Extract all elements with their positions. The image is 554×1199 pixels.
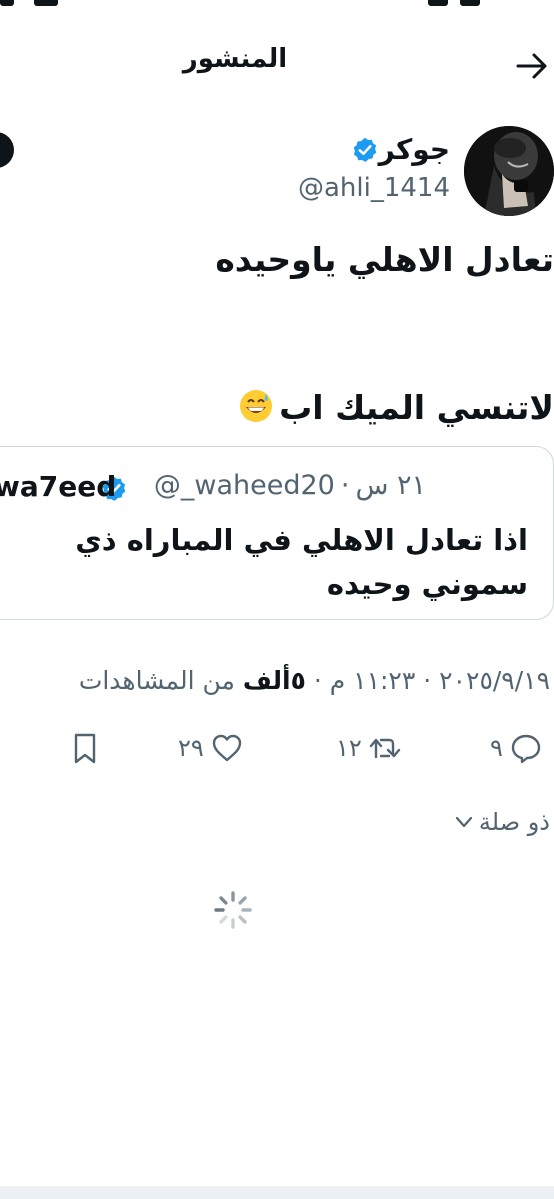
quoted-post-author-name[interactable]: wa7eed	[0, 470, 116, 503]
page-title: المنشور	[182, 44, 288, 74]
author-handle[interactable]: @ahli_1414	[240, 173, 450, 203]
quoted-post-time: ٢١ س	[355, 470, 426, 501]
reply-bar[interactable]	[0, 1186, 554, 1199]
arrow-right-icon[interactable]	[514, 48, 550, 84]
bookmark-icon	[74, 733, 96, 764]
avatar-photo	[464, 126, 554, 216]
quoted-post-handle[interactable]: @_waheed20	[154, 470, 335, 501]
status-bar-fragment	[460, 0, 480, 6]
reply-button[interactable]: ٩	[490, 730, 543, 766]
related-dropdown[interactable]: ذو صلة	[453, 808, 550, 836]
separator-dot: ·	[313, 666, 322, 695]
views-count: ٥ألف	[242, 666, 306, 695]
bookmark-button[interactable]	[68, 730, 102, 766]
separator-dot: ·	[423, 666, 432, 695]
heart-icon	[212, 734, 241, 762]
more-options-button[interactable]	[0, 132, 14, 168]
post-date: ٢٠٢٥/٩/١٩	[439, 666, 550, 695]
reply-icon	[511, 734, 541, 764]
avatar[interactable]	[464, 126, 554, 216]
repost-icon	[369, 738, 400, 759]
like-count: ٢٩	[178, 734, 204, 762]
status-bar-fragment	[428, 0, 448, 6]
author-name[interactable]: جوكر	[290, 133, 450, 166]
quoted-post-header: ٢١ س · @_waheed20	[154, 470, 426, 501]
post-text-line-2-text: لاتنسي الميك اب	[279, 388, 554, 427]
like-button[interactable]: ٢٩	[178, 730, 244, 766]
status-bar-fragment	[34, 0, 58, 6]
post-text-line-2: لاتنسي الميك اب	[0, 388, 554, 427]
grinning-sweat-emoji	[240, 390, 273, 422]
post-meta: ٢٠٢٥/٩/١٩ · ١١:٢٣ م · ٥ألف من المشاهدات	[79, 666, 550, 695]
loading-spinner-icon	[214, 891, 252, 929]
related-label: ذو صلة	[478, 808, 550, 836]
reply-count: ٩	[490, 734, 503, 762]
views-label: من المشاهدات	[78, 666, 235, 695]
separator-dot: ·	[340, 470, 350, 501]
post-time: ١١:٢٣ م	[329, 666, 416, 695]
quoted-post-text: اذا تعادل الاهلي في المباراه ذي سموني وح…	[75, 523, 528, 601]
repost-button[interactable]: ١٢	[336, 730, 402, 766]
status-bar-fragment	[0, 0, 14, 6]
author-name-text: جوكر	[378, 133, 450, 166]
repost-count: ١٢	[336, 734, 362, 762]
post-text-line-1: تعادل الاهلي ياوحيده	[215, 240, 554, 279]
verified-badge-icon	[353, 137, 376, 162]
chevron-down-icon	[455, 816, 472, 828]
